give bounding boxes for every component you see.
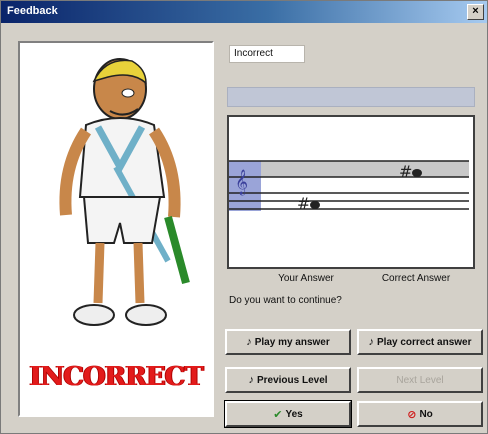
play-my-answer-button[interactable]: ♪ Play my answer xyxy=(225,329,351,355)
next-level-label: Next Level xyxy=(396,374,444,386)
result-label: Incorrect xyxy=(229,45,305,63)
play-correct-answer-label: Play correct answer xyxy=(377,336,472,348)
sharp-icon: # xyxy=(297,194,310,213)
next-level-button: Next Level xyxy=(357,367,483,393)
play-my-answer-label: Play my answer xyxy=(254,336,330,348)
play-correct-answer-button[interactable]: ♪ Play correct answer xyxy=(357,329,483,355)
music-note-icon: ♪ xyxy=(248,374,254,386)
no-label: No xyxy=(419,408,433,420)
continue-question: Do you want to continue? xyxy=(229,295,342,306)
music-staff-panel: 𝄞 # # xyxy=(227,115,475,269)
yes-label: Yes xyxy=(285,408,303,420)
yes-button[interactable]: ✔ Yes xyxy=(224,400,352,428)
cartoon-player-icon xyxy=(59,58,190,326)
your-answer-caption: Your Answer xyxy=(278,273,334,284)
correct-answer-note-head xyxy=(412,169,422,177)
music-staff: 𝄞 # # xyxy=(229,160,469,213)
check-icon: ✔ xyxy=(273,408,283,421)
previous-level-button[interactable]: ♪ Previous Level xyxy=(225,367,351,393)
music-note-icon: ♪ xyxy=(246,336,252,348)
window-title: Feedback xyxy=(7,5,58,17)
music-note-icon: ♪ xyxy=(368,336,375,348)
character-image-panel: INCORRECT xyxy=(18,41,214,417)
no-icon: ⊘ xyxy=(407,408,417,421)
note-your-answer: # xyxy=(297,194,320,213)
correct-answer-caption: Correct Answer xyxy=(381,273,451,284)
your-answer-note-head xyxy=(310,201,320,209)
sharp-icon: # xyxy=(399,162,412,181)
close-button[interactable]: × xyxy=(467,4,484,20)
feedback-dialog: Feedback × INCORRECT Incorrect 𝄞 # # You… xyxy=(0,0,488,434)
correct-answer-highlight xyxy=(229,161,469,177)
incorrect-stamp: INCORRECT xyxy=(29,362,203,392)
feedback-bar xyxy=(227,87,475,107)
no-button[interactable]: ⊘ No xyxy=(357,401,483,427)
title-bar: Feedback × xyxy=(1,1,487,23)
previous-level-label: Previous Level xyxy=(256,374,328,386)
clef-icon: 𝄞 xyxy=(235,169,248,195)
